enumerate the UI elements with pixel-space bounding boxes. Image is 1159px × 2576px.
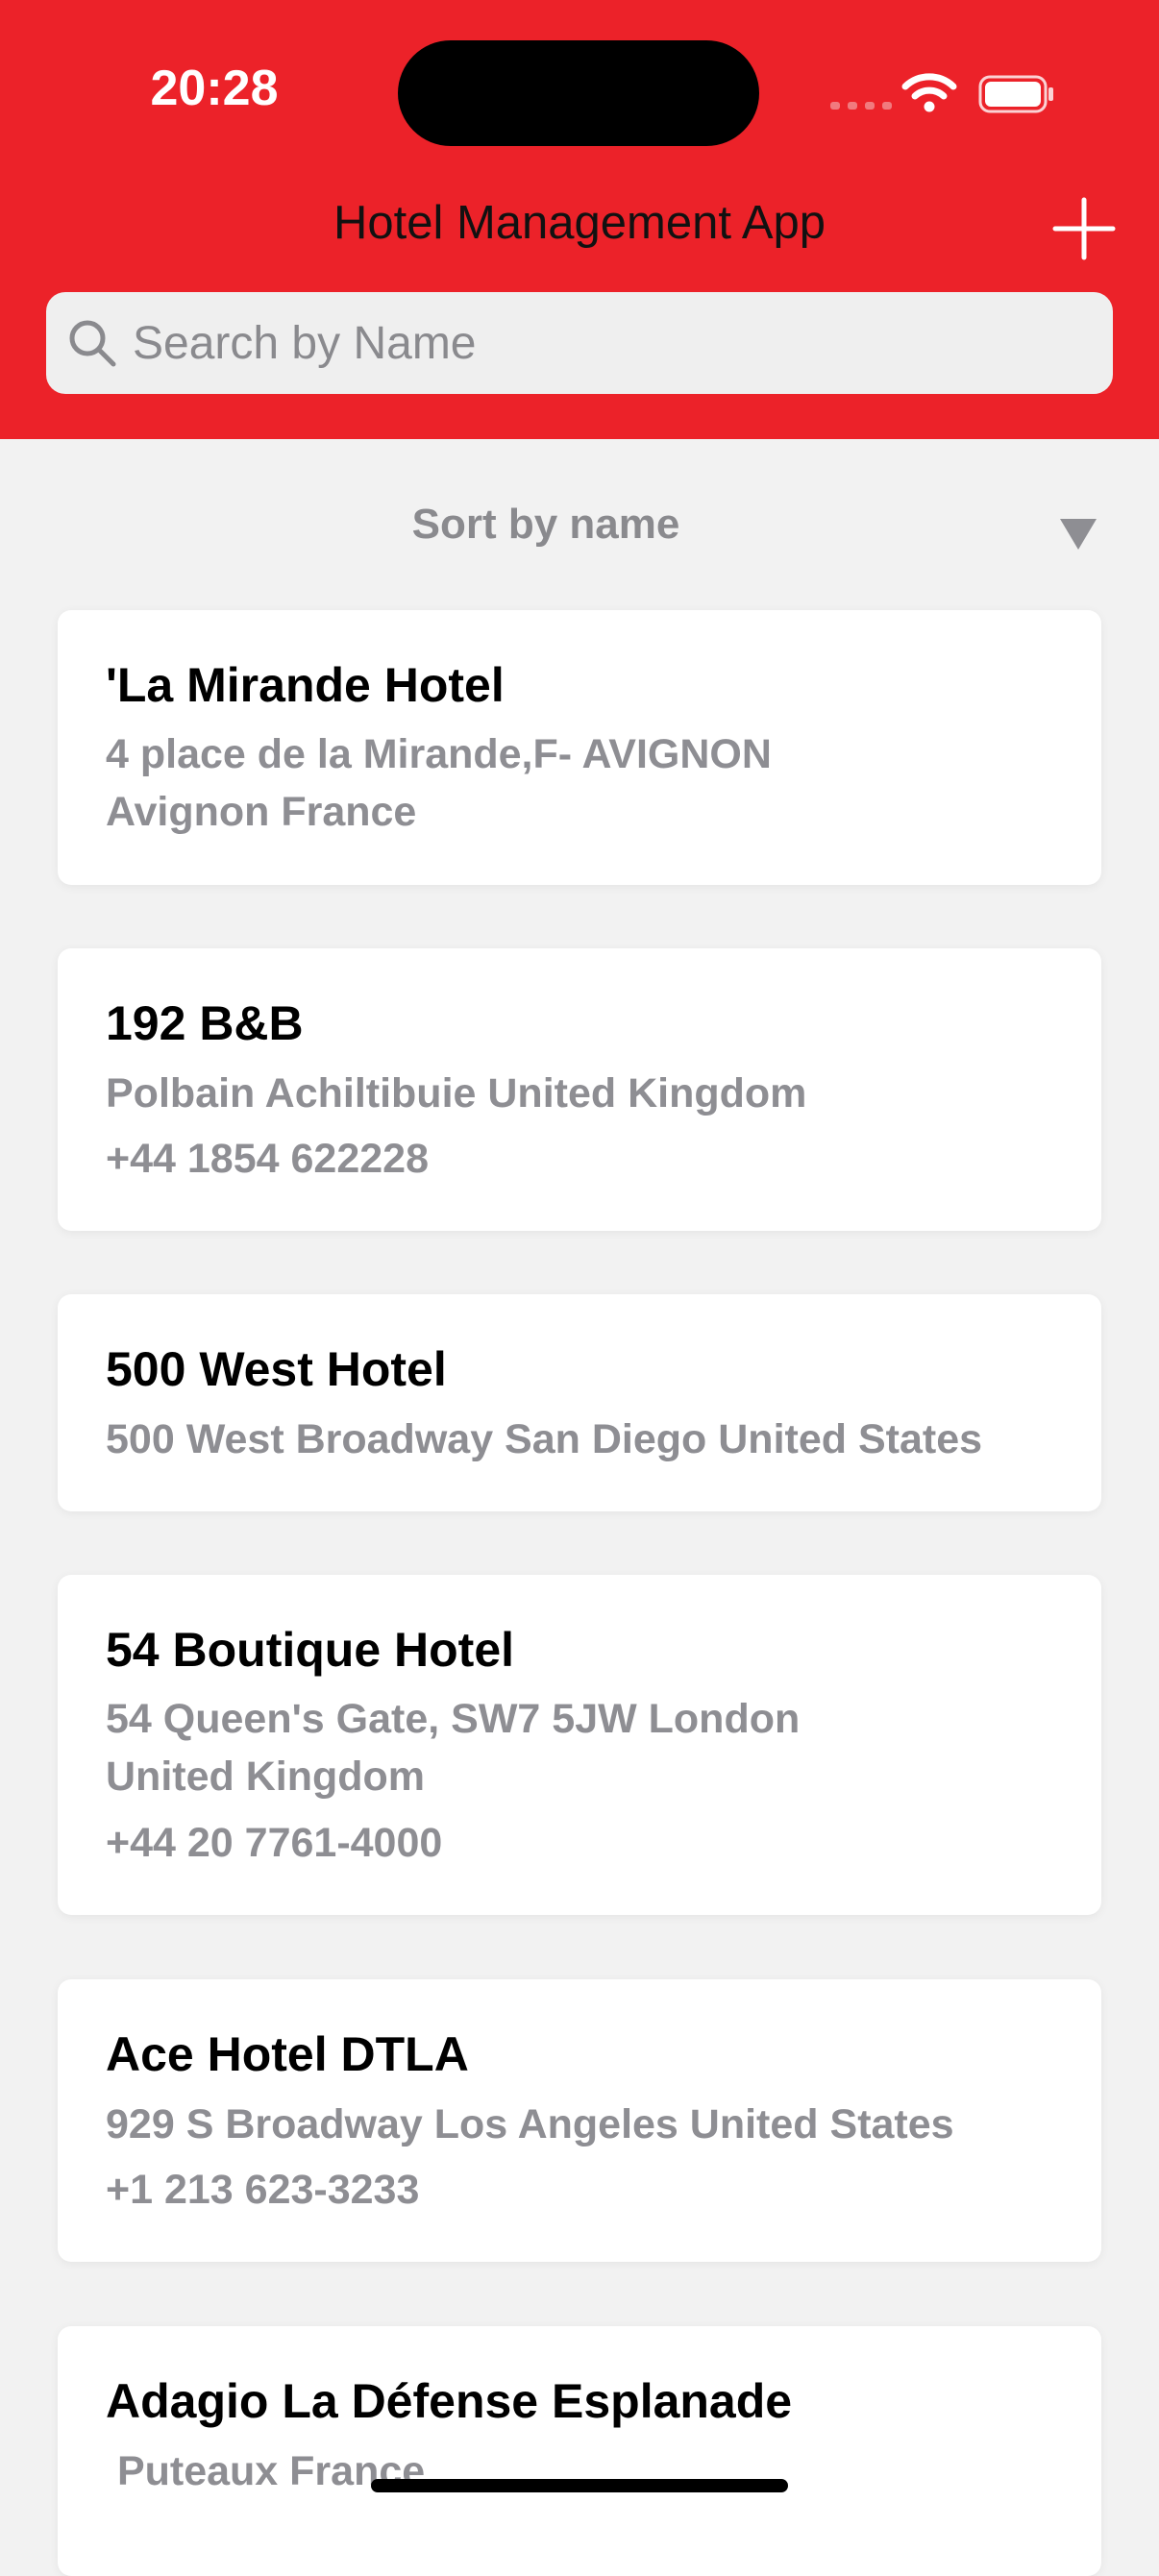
- cellular-signal-icon: [830, 102, 892, 110]
- search-bar[interactable]: [46, 292, 1113, 394]
- page-title: Hotel Management App: [333, 197, 826, 249]
- search-icon: [69, 320, 116, 367]
- hotel-card[interactable]: 500 West Hotel 500 West Broadway San Die…: [58, 1294, 1101, 1511]
- hotel-name: 192 B&B: [106, 996, 304, 1050]
- home-indicator[interactable]: [371, 2479, 788, 2492]
- triangle-down-icon[interactable]: [1057, 516, 1099, 552]
- search-input[interactable]: [131, 315, 1076, 371]
- hotel-address: 500 West Broadway San Diego United State…: [106, 1416, 983, 1462]
- hotel-address: 4 place de la Mirande,F- AVIGNON: [106, 731, 772, 777]
- hotel-name: 54 Boutique Hotel: [106, 1623, 515, 1677]
- hotel-location: Avignon France: [106, 789, 417, 835]
- hotel-card[interactable]: 54 Boutique Hotel 54 Queen's Gate, SW7 5…: [58, 1575, 1101, 1915]
- hotel-card[interactable]: 'La Mirande Hotel 4 place de la Mirande,…: [58, 610, 1101, 885]
- dynamic-island: [398, 40, 759, 146]
- hotel-list-area: Sort by name 'La Mirande Hotel 4 place d…: [0, 439, 1159, 2576]
- hotel-name: 'La Mirande Hotel: [106, 658, 505, 712]
- hotel-name: Adagio La Défense Esplanade: [106, 2374, 793, 2428]
- navigation-header: 20:28 Hotel Management App: [0, 0, 1159, 439]
- wifi-icon: [901, 73, 957, 112]
- sort-control[interactable]: Sort by name: [0, 497, 1159, 564]
- hotel-name: Ace Hotel DTLA: [106, 2027, 469, 2081]
- hotel-address: Polbain Achiltibuie United Kingdom: [106, 1070, 807, 1116]
- plus-icon[interactable]: [1048, 192, 1121, 265]
- battery-icon: [978, 75, 1053, 113]
- sort-label: Sort by name: [411, 501, 680, 548]
- hotel-card[interactable]: Ace Hotel DTLA 929 S Broadway Los Angele…: [58, 1979, 1101, 2262]
- status-time: 20:28: [150, 61, 279, 116]
- hotel-address: 54 Queen's Gate, SW7 5JW London: [106, 1696, 801, 1742]
- hotel-phone: +44 20 7761-4000: [106, 1820, 443, 1866]
- hotel-card[interactable]: Adagio La Défense Esplanade Puteaux Fran…: [58, 2326, 1101, 2576]
- hotel-card[interactable]: 192 B&B Polbain Achiltibuie United Kingd…: [58, 948, 1101, 1231]
- hotel-phone: +1 213 623-3233: [106, 2167, 420, 2213]
- hotel-phone: +44 1854 622228: [106, 1136, 429, 1182]
- hotel-name: 500 West Hotel: [106, 1342, 447, 1396]
- hotel-address: 929 S Broadway Los Angeles United States: [106, 2101, 954, 2147]
- hotel-location: United Kingdom: [106, 1754, 426, 1800]
